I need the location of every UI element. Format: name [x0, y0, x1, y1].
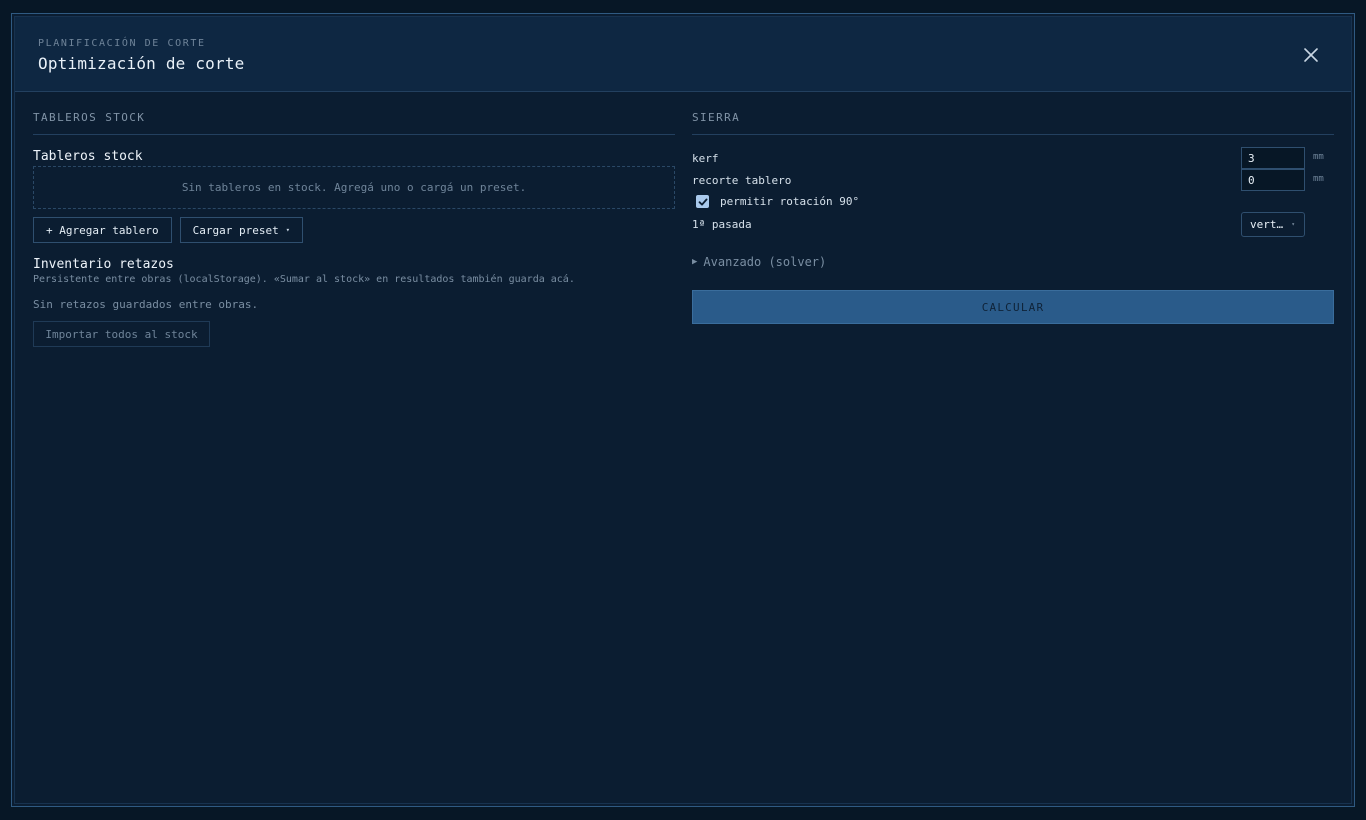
- saw-column: SIERRA kerf mm recorte tablero mm permit…: [692, 111, 1334, 324]
- import-all-button[interactable]: Importar todos al stock: [33, 321, 210, 347]
- first-pass-row: 1ª pasada vert… ▾: [692, 212, 1334, 237]
- inventory-hint: Persistente entre obras (localStorage). …: [33, 274, 575, 285]
- stock-empty-message: Sin tableros en stock. Agregá uno o carg…: [181, 181, 527, 194]
- disclosure-triangle-icon: ▶: [692, 257, 698, 267]
- cut-optimization-dialog: PLANIFICACIÓN DE CORTE Optimización de c…: [11, 13, 1355, 807]
- first-pass-label: 1ª pasada: [692, 217, 752, 231]
- add-board-button[interactable]: + Agregar tablero: [33, 217, 172, 243]
- trim-input[interactable]: [1241, 169, 1305, 191]
- rotation-label: permitir rotación 90°: [720, 195, 860, 208]
- checkmark-icon: [698, 198, 708, 205]
- stock-actions: + Agregar tablero Cargar preset ▾: [33, 217, 675, 243]
- trim-label: recorte tablero: [692, 173, 792, 187]
- stock-section-label: TABLEROS STOCK: [33, 111, 675, 135]
- advanced-solver-label: Avanzado (solver): [703, 255, 827, 269]
- rotation-row: permitir rotación 90°: [692, 191, 1334, 212]
- trim-row: recorte tablero mm: [692, 169, 1334, 191]
- kerf-input[interactable]: [1241, 147, 1305, 169]
- kerf-row: kerf mm: [692, 147, 1334, 169]
- kerf-label: kerf: [692, 151, 719, 165]
- calculate-label: CALCULAR: [981, 300, 1045, 314]
- first-pass-select[interactable]: vert… ▾: [1241, 212, 1305, 237]
- saw-section-label: SIERRA: [692, 111, 1334, 135]
- kerf-unit: mm: [1313, 152, 1324, 162]
- trim-unit: mm: [1313, 174, 1324, 184]
- close-button[interactable]: [1301, 45, 1321, 65]
- load-preset-button[interactable]: Cargar preset ▾: [179, 217, 303, 243]
- chevron-down-icon: ▾: [285, 226, 290, 234]
- first-pass-value: vert…: [1250, 218, 1284, 231]
- rotation-checkbox[interactable]: [696, 195, 709, 208]
- advanced-solver-toggle[interactable]: ▶ Avanzado (solver): [692, 255, 1334, 269]
- calculate-button[interactable]: CALCULAR: [692, 290, 1334, 324]
- inventory-heading: Inventario retazos: [33, 257, 174, 272]
- dialog-title: Optimización de corte: [38, 54, 245, 73]
- dialog-eyebrow: PLANIFICACIÓN DE CORTE: [38, 38, 206, 49]
- load-preset-label: Cargar preset: [192, 223, 279, 237]
- close-icon: [1304, 48, 1318, 62]
- dialog-header: PLANIFICACIÓN DE CORTE Optimización de c…: [15, 17, 1351, 92]
- add-board-label: + Agregar tablero: [46, 223, 159, 237]
- chevron-down-icon: ▾: [1291, 221, 1295, 228]
- import-all-label: Importar todos al stock: [45, 327, 198, 341]
- inventory-empty-message: Sin retazos guardados entre obras.: [33, 298, 259, 311]
- stock-empty-state: Sin tableros en stock. Agregá uno o carg…: [33, 166, 675, 209]
- stock-heading: Tableros stock: [33, 149, 143, 164]
- stock-column: TABLEROS STOCK Tableros stock Sin tabler…: [33, 111, 675, 347]
